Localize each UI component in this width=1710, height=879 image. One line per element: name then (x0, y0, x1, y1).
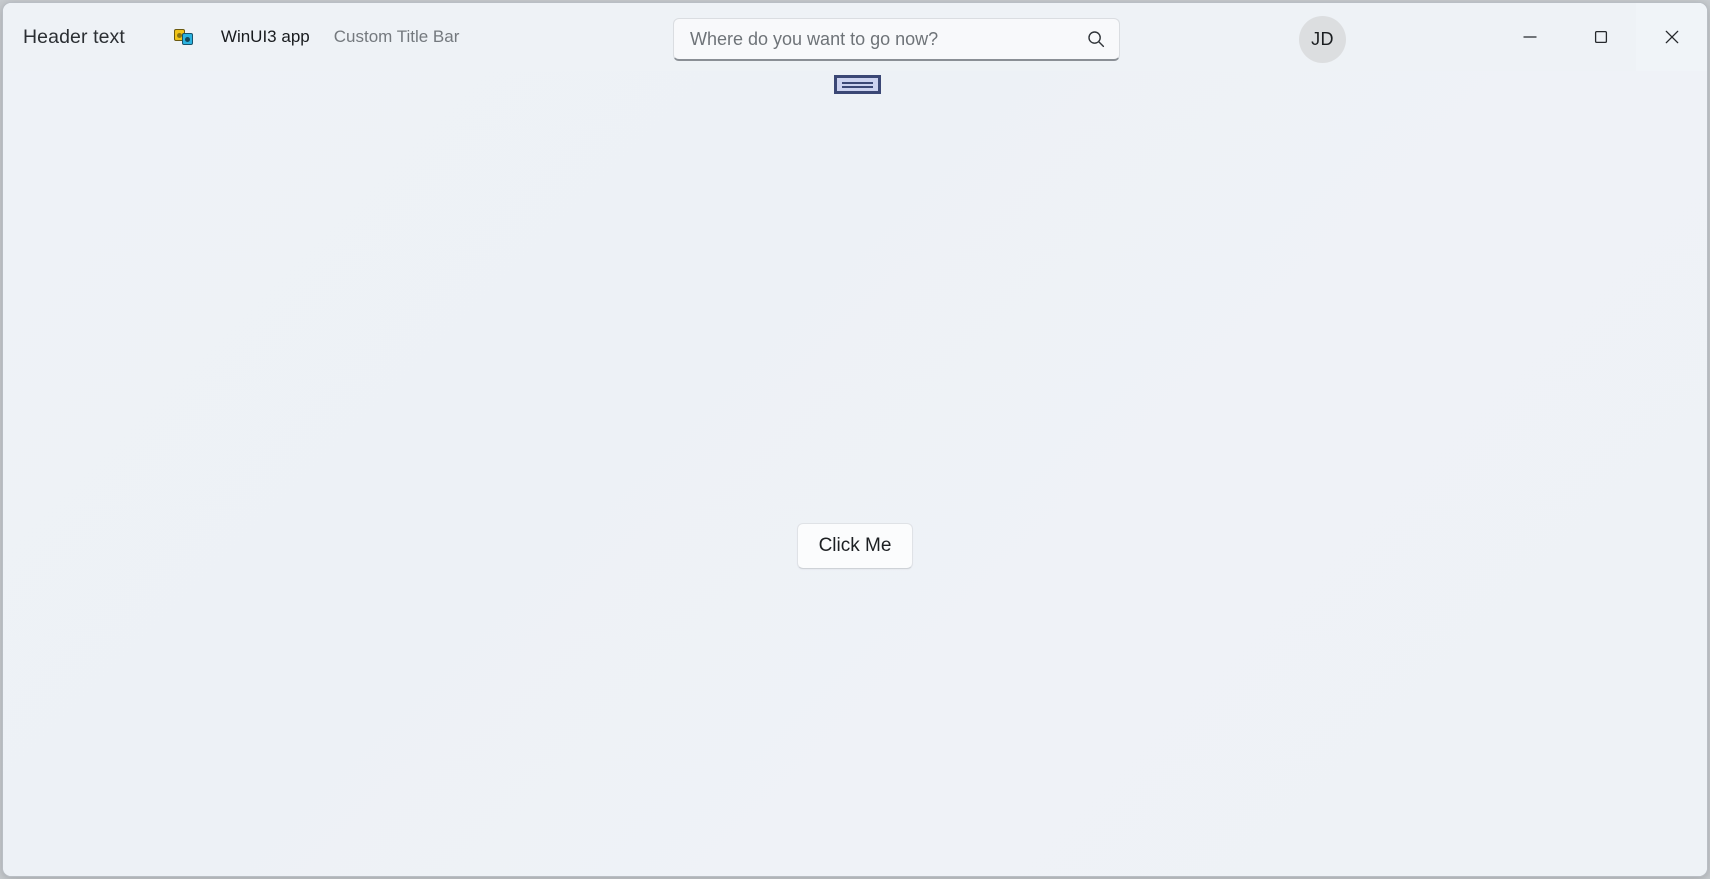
maximize-icon (1594, 30, 1607, 44)
app-name-label: WinUI3 app (220, 27, 310, 46)
handle-line-bottom (842, 85, 873, 88)
minimize-button[interactable] (1494, 3, 1565, 71)
close-icon (1665, 30, 1678, 44)
search-input[interactable] (674, 19, 1073, 59)
app-window: Click Me Header text WinUI3 app Custom T… (2, 2, 1708, 877)
close-button[interactable] (1636, 3, 1707, 71)
title-bar-subtitle: Custom Title Bar (333, 27, 460, 46)
click-me-button[interactable]: Click Me (797, 523, 913, 569)
desktop-backdrop: Click Me Header text WinUI3 app Custom T… (0, 0, 1710, 879)
search-container (673, 18, 1120, 61)
search-button[interactable] (1073, 19, 1119, 59)
client-area: Click Me (3, 71, 1707, 876)
maximize-button[interactable] (1565, 3, 1636, 71)
handle-line-top (842, 81, 873, 84)
avatar[interactable]: JD (1299, 16, 1346, 63)
avatar-initials: JD (1311, 29, 1334, 49)
header-text-label: Header text (23, 25, 125, 48)
search-box[interactable] (673, 18, 1120, 61)
minimize-icon (1523, 36, 1536, 38)
drag-handle-widget[interactable] (834, 75, 881, 94)
search-icon (1088, 31, 1105, 48)
custom-title-bar[interactable]: Header text WinUI3 app Custom Title Bar (3, 3, 1707, 71)
app-gears-icon (173, 26, 195, 48)
window-caption-buttons (1494, 3, 1707, 71)
